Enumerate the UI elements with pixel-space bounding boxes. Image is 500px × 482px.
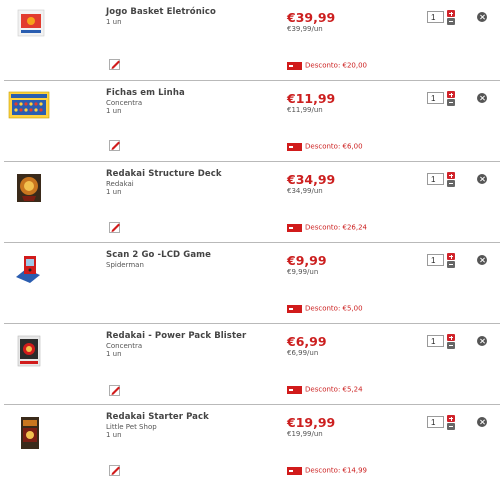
discount-text: Desconto: €14,99 bbox=[305, 466, 368, 475]
discount: Desconto: €20,00 bbox=[287, 55, 367, 70]
discount: Desconto: €5,00 bbox=[287, 298, 363, 313]
product-image[interactable] bbox=[12, 253, 44, 287]
product-name[interactable]: Redakai Structure Deck bbox=[106, 169, 222, 179]
minus-icon[interactable] bbox=[447, 423, 455, 430]
product-image[interactable] bbox=[12, 6, 50, 40]
cart-item: Redakai - Power Pack Blister Concentra 1… bbox=[0, 324, 500, 405]
minus-icon[interactable] bbox=[447, 342, 455, 349]
price: €9,99 bbox=[287, 253, 327, 268]
quantity-input[interactable]: 1 bbox=[427, 173, 444, 185]
pencil-edit-icon[interactable] bbox=[109, 58, 121, 70]
unit-price: €39,99/un bbox=[287, 25, 323, 33]
remove-x-icon[interactable] bbox=[477, 174, 487, 184]
cart-item: Jogo Basket Eletrónico 1 un €39,99 €39,9… bbox=[0, 0, 500, 81]
remove-x-icon[interactable] bbox=[477, 12, 487, 22]
remove-x-icon[interactable] bbox=[477, 417, 487, 427]
cart-item: Redakai Starter Pack Little Pet Shop 1 u… bbox=[0, 405, 500, 482]
price: €39,99 bbox=[287, 10, 336, 25]
product-name[interactable]: Scan 2 Go -LCD Game bbox=[106, 250, 211, 260]
discount: Desconto: €26,24 bbox=[287, 217, 367, 232]
discount: Desconto: €6,00 bbox=[287, 136, 363, 151]
quantity-label: 1 un bbox=[106, 350, 122, 358]
quantity-input[interactable]: 1 bbox=[427, 254, 444, 266]
discount-text: Desconto: €5,00 bbox=[305, 304, 363, 313]
remove-x-icon[interactable] bbox=[477, 93, 487, 103]
quantity-label: 1 un bbox=[106, 188, 122, 196]
discount: Desconto: €5,24 bbox=[287, 379, 363, 394]
quantity-label: 1 un bbox=[106, 431, 122, 439]
quantity-label: 1 un bbox=[106, 107, 122, 115]
discount-tag-icon bbox=[287, 466, 302, 475]
product-name[interactable]: Jogo Basket Eletrónico bbox=[106, 7, 216, 17]
minus-icon[interactable] bbox=[447, 261, 455, 268]
discount-text: Desconto: €5,24 bbox=[305, 385, 363, 394]
product-image[interactable] bbox=[8, 91, 50, 119]
minus-icon[interactable] bbox=[447, 18, 455, 25]
brand-label: Redakai bbox=[106, 180, 134, 188]
unit-price: €34,99/un bbox=[287, 187, 323, 195]
remove-x-icon[interactable] bbox=[477, 255, 487, 265]
remove-x-icon[interactable] bbox=[477, 336, 487, 346]
discount-tag-icon bbox=[287, 142, 302, 151]
pencil-edit-icon[interactable] bbox=[109, 384, 121, 396]
unit-price: €19,99/un bbox=[287, 430, 323, 438]
plus-icon[interactable] bbox=[447, 91, 455, 98]
price: €6,99 bbox=[287, 334, 327, 349]
unit-price: €11,99/un bbox=[287, 106, 323, 114]
discount: Desconto: €14,99 bbox=[287, 460, 367, 475]
product-image[interactable] bbox=[14, 172, 44, 204]
cart-item: Fichas em Linha Concentra 1 un €11,99 €1… bbox=[0, 81, 500, 162]
discount-tag-icon bbox=[287, 223, 302, 232]
product-name[interactable]: Redakai Starter Pack bbox=[106, 412, 209, 422]
unit-price: €6,99/un bbox=[287, 349, 319, 357]
minus-icon[interactable] bbox=[447, 99, 455, 106]
product-name[interactable]: Redakai - Power Pack Blister bbox=[106, 331, 246, 341]
pencil-edit-icon[interactable] bbox=[109, 139, 121, 151]
brand-label: Concentra bbox=[106, 99, 143, 107]
plus-icon[interactable] bbox=[447, 415, 455, 422]
plus-icon[interactable] bbox=[447, 334, 455, 341]
pencil-edit-icon[interactable] bbox=[109, 464, 121, 476]
cart-item: Redakai Structure Deck Redakai 1 un €34,… bbox=[0, 162, 500, 243]
plus-icon[interactable] bbox=[447, 253, 455, 260]
discount-text: Desconto: €20,00 bbox=[305, 61, 368, 70]
plus-icon[interactable] bbox=[447, 10, 455, 17]
product-image[interactable] bbox=[14, 334, 44, 368]
cart-item: Scan 2 Go -LCD Game Spiderman €9,99 €9,9… bbox=[0, 243, 500, 324]
price: €19,99 bbox=[287, 415, 336, 430]
quantity-input[interactable]: 1 bbox=[427, 335, 444, 347]
brand-label: Concentra bbox=[106, 342, 143, 350]
cart-list: Jogo Basket Eletrónico 1 un €39,99 €39,9… bbox=[0, 0, 500, 482]
minus-icon[interactable] bbox=[447, 180, 455, 187]
quantity-label: 1 un bbox=[106, 18, 122, 26]
discount-tag-icon bbox=[287, 304, 302, 313]
plus-icon[interactable] bbox=[447, 172, 455, 179]
quantity-input[interactable]: 1 bbox=[427, 92, 444, 104]
discount-text: Desconto: €26,24 bbox=[305, 223, 368, 232]
pencil-edit-icon[interactable] bbox=[109, 221, 121, 233]
product-image[interactable] bbox=[16, 415, 44, 451]
quantity-input[interactable]: 1 bbox=[427, 11, 444, 23]
product-name[interactable]: Fichas em Linha bbox=[106, 88, 185, 98]
brand-label: Spiderman bbox=[106, 261, 144, 269]
price: €11,99 bbox=[287, 91, 336, 106]
discount-text: Desconto: €6,00 bbox=[305, 142, 363, 151]
unit-price: €9,99/un bbox=[287, 268, 319, 276]
price: €34,99 bbox=[287, 172, 336, 187]
quantity-input[interactable]: 1 bbox=[427, 416, 444, 428]
brand-label: Little Pet Shop bbox=[106, 423, 157, 431]
discount-tag-icon bbox=[287, 385, 302, 394]
discount-tag-icon bbox=[287, 61, 302, 70]
